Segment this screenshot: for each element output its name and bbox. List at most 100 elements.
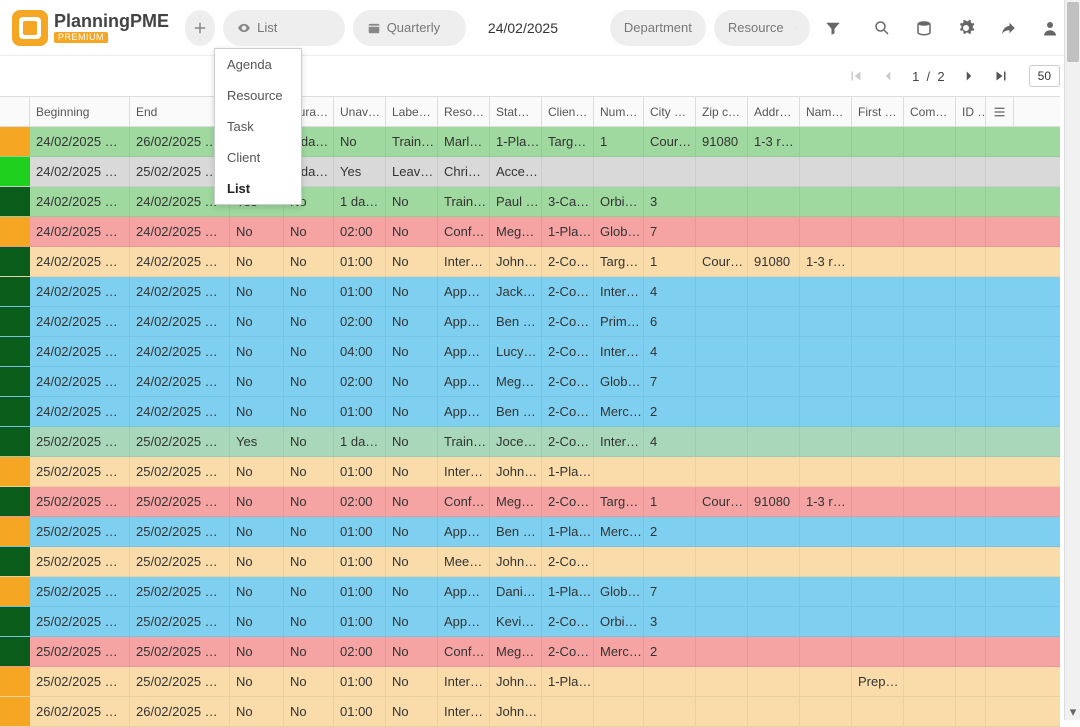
column-header-res[interactable]: Reso…: [438, 97, 490, 126]
scroll-down-arrow[interactable]: ▾: [1065, 704, 1080, 720]
table-row[interactable]: 24/02/2025 …24/02/2025 …NoNo02:00NoApp…B…: [0, 307, 1060, 337]
cell-end: 26/02/2025 …: [130, 697, 230, 726]
date-input[interactable]: [488, 20, 588, 36]
table-row[interactable]: 25/02/2025 …25/02/2025 …NoNo01:00NoInter…: [0, 667, 1060, 697]
cell-zip: [696, 667, 748, 696]
cell-num: 1: [594, 127, 644, 156]
table-row[interactable]: 25/02/2025 …25/02/2025 …NoNo01:00NoApp…D…: [0, 577, 1060, 607]
table-row[interactable]: 25/02/2025 …25/02/2025 …NoNo01:00NoApp…K…: [0, 607, 1060, 637]
scroll-thumb[interactable]: [1067, 2, 1079, 62]
column-header-city[interactable]: City …: [644, 97, 696, 126]
first-icon: [847, 67, 865, 85]
dropdown-item-list[interactable]: List: [215, 173, 301, 204]
department-selector[interactable]: Department: [610, 10, 706, 46]
cell-dur: No: [284, 277, 334, 306]
cell-unav: 01:00: [334, 697, 386, 726]
table-row[interactable]: 25/02/2025 …25/02/2025 …NoNo01:00NoMee…J…: [0, 547, 1060, 577]
cell-first: [852, 607, 904, 636]
cell-stat: Meg…: [490, 487, 542, 516]
column-header-cli[interactable]: Clien…: [542, 97, 594, 126]
table-row[interactable]: 25/02/2025 …25/02/2025 …NoNo01:00NoApp…B…: [0, 517, 1060, 547]
cell-rec: No: [230, 337, 284, 366]
cell-id: [956, 217, 986, 246]
column-header-lab[interactable]: Labe…: [386, 97, 438, 126]
column-header-beg[interactable]: Beginning: [30, 97, 130, 126]
grid-header: BeginningEndRecu…Dura…Unav…Labe…Reso…Sta…: [0, 97, 1060, 127]
data-button[interactable]: [906, 10, 942, 46]
table-row[interactable]: 24/02/2025 …24/02/2025 …YesNo1 da…NoTrai…: [0, 187, 1060, 217]
table-row[interactable]: 25/02/2025 …25/02/2025 …NoNo01:00NoInter…: [0, 457, 1060, 487]
first-page-button[interactable]: [842, 62, 870, 90]
cell-dur: No: [284, 247, 334, 276]
column-header-marker[interactable]: [0, 97, 30, 126]
column-header-name[interactable]: Nam…: [800, 97, 852, 126]
table-row[interactable]: 25/02/2025 …25/02/2025 …NoNo02:00NoConf……: [0, 487, 1060, 517]
filter-button[interactable]: [818, 10, 848, 46]
cell-id: [956, 577, 986, 606]
table-row[interactable]: 24/02/2025 …24/02/2025 …NoNo01:00NoInter…: [0, 247, 1060, 277]
date-picker[interactable]: [474, 10, 602, 46]
table-row[interactable]: 25/02/2025 …25/02/2025 …NoNo02:00NoConf……: [0, 637, 1060, 667]
table-row[interactable]: 26/02/2025 …26/02/2025 …NoNo01:00NoInter…: [0, 697, 1060, 727]
vertical-scrollbar[interactable]: ▴ ▾: [1064, 0, 1080, 720]
view-selector[interactable]: List: [223, 10, 345, 46]
cell-rec: No: [230, 607, 284, 636]
last-page-button[interactable]: [987, 62, 1015, 90]
search-button[interactable]: [864, 10, 900, 46]
dropdown-item-task[interactable]: Task: [215, 111, 301, 142]
cell-dur: No: [284, 307, 334, 336]
dropdown-item-resource[interactable]: Resource: [215, 80, 301, 111]
cell-res: Conf…: [438, 637, 490, 666]
column-menu-button[interactable]: [986, 97, 1014, 126]
page-size[interactable]: 50: [1029, 65, 1060, 87]
cell-dur: No: [284, 667, 334, 696]
user-button[interactable]: [1032, 10, 1068, 46]
cell-stat: Acce…: [490, 157, 542, 186]
table-row[interactable]: 24/02/2025 …25/02/2025 …No2 da…YesLeav…C…: [0, 157, 1060, 187]
share-button[interactable]: [990, 10, 1026, 46]
add-button[interactable]: [185, 10, 215, 46]
cell-first: [852, 547, 904, 576]
next-page-button[interactable]: [955, 62, 983, 90]
column-header-com[interactable]: Com…: [904, 97, 956, 126]
table-row[interactable]: 24/02/2025 …24/02/2025 …NoNo02:00NoConf……: [0, 217, 1060, 247]
table-row[interactable]: 24/02/2025 …24/02/2025 …NoNo01:00NoApp…J…: [0, 277, 1060, 307]
column-header-first[interactable]: First …: [852, 97, 904, 126]
table-row[interactable]: 24/02/2025 …24/02/2025 …NoNo04:00NoApp…L…: [0, 337, 1060, 367]
dropdown-item-client[interactable]: Client: [215, 142, 301, 173]
dropdown-item-agenda[interactable]: Agenda: [215, 49, 301, 80]
cell-name: [800, 277, 852, 306]
table-row[interactable]: 24/02/2025 …26/02/2025 …No3 da…NoTrain…M…: [0, 127, 1060, 157]
cell-com: [904, 187, 956, 216]
column-header-num[interactable]: Num…: [594, 97, 644, 126]
cell-unav: 01:00: [334, 547, 386, 576]
column-header-unav[interactable]: Unav…: [334, 97, 386, 126]
cell-com: [904, 247, 956, 276]
cell-lab: Leav…: [386, 157, 438, 186]
column-header-zip[interactable]: Zip c…: [696, 97, 748, 126]
column-header-id[interactable]: ID …: [956, 97, 986, 126]
prev-page-button[interactable]: [874, 62, 902, 90]
resource-selector[interactable]: Resource: [714, 10, 810, 46]
settings-button[interactable]: [948, 10, 984, 46]
cell-res: Inter…: [438, 697, 490, 726]
table-row[interactable]: 24/02/2025 …24/02/2025 …NoNo01:00NoApp…B…: [0, 397, 1060, 427]
column-header-addr[interactable]: Addr…: [748, 97, 800, 126]
cell-id: [956, 397, 986, 426]
page-indicator: 1 / 2: [912, 69, 945, 84]
table-row[interactable]: 24/02/2025 …24/02/2025 …NoNo02:00NoApp…M…: [0, 367, 1060, 397]
cell-end: 24/02/2025 …: [130, 247, 230, 276]
cell-rec: No: [230, 487, 284, 516]
cell-addr: [748, 367, 800, 396]
column-header-stat[interactable]: Stat…: [490, 97, 542, 126]
gear-icon: [957, 19, 975, 37]
cell-com: [904, 127, 956, 156]
cell-first: [852, 247, 904, 276]
cell-end: 24/02/2025 …: [130, 217, 230, 246]
cell-res: Inter…: [438, 457, 490, 486]
cell-name: [800, 667, 852, 696]
table-row[interactable]: 25/02/2025 …25/02/2025 …YesNo1 da…NoTrai…: [0, 427, 1060, 457]
period-selector[interactable]: Quarterly: [353, 10, 466, 46]
cell-beg: 24/02/2025 …: [30, 367, 130, 396]
cell-num: Inter…: [594, 337, 644, 366]
